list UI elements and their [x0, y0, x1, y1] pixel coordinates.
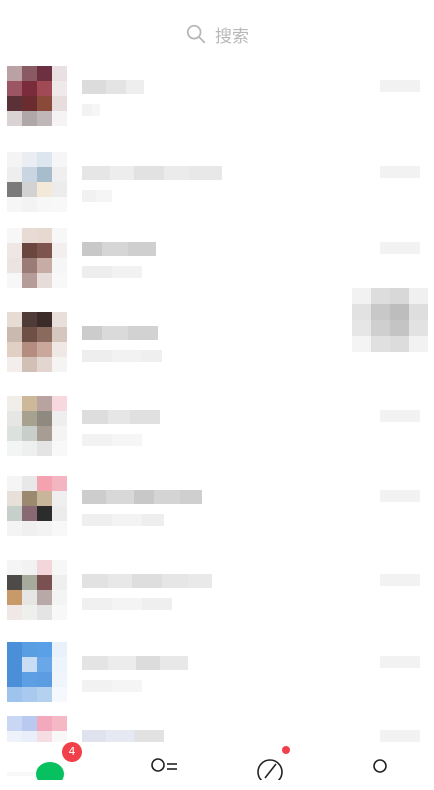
chat-list-item[interactable]	[0, 470, 434, 550]
chat-time-blurred	[380, 166, 420, 178]
chat-list-item[interactable]	[0, 390, 434, 470]
discover-dot	[282, 746, 290, 754]
chat-name-blurred	[82, 326, 158, 340]
chat-preview-blurred	[82, 104, 100, 116]
tab-discover[interactable]	[250, 750, 290, 780]
chat-time-blurred	[380, 574, 420, 586]
contacts-icon	[151, 758, 177, 772]
chat-time-blurred	[380, 242, 420, 254]
chat-name-blurred	[82, 166, 222, 180]
chat-time-blurred	[380, 656, 420, 668]
avatar	[7, 66, 67, 126]
chat-name-blurred	[82, 410, 160, 424]
chat-name-blurred	[82, 574, 212, 588]
chat-time-blurred	[380, 730, 420, 742]
chat-name-blurred	[82, 656, 188, 670]
chat-list-item[interactable]	[0, 636, 434, 716]
avatar	[7, 152, 67, 212]
chat-preview-blurred	[82, 434, 142, 446]
blurred-sticker	[352, 288, 428, 352]
compass-icon	[257, 759, 283, 780]
search-icon	[186, 24, 206, 44]
avatar	[7, 560, 67, 620]
search-bar[interactable]: 搜索	[0, 18, 434, 50]
chat-preview-blurred	[82, 266, 142, 278]
avatar	[7, 476, 67, 536]
search-placeholder: 搜索	[215, 26, 249, 47]
chat-preview-blurred	[82, 680, 142, 692]
chat-preview-blurred	[82, 598, 172, 610]
chat-name-blurred	[82, 242, 156, 256]
chat-time-blurred	[380, 410, 420, 422]
person-icon	[373, 759, 387, 773]
avatar	[7, 396, 67, 456]
chat-time-blurred	[380, 80, 420, 92]
chat-list-item[interactable]	[0, 60, 434, 140]
tab-contacts[interactable]	[144, 750, 184, 780]
chat-preview-blurred	[82, 190, 112, 202]
avatar	[7, 642, 67, 702]
tab-me[interactable]	[360, 750, 400, 780]
chat-time-blurred	[380, 490, 420, 502]
chat-list-item[interactable]	[0, 554, 434, 634]
chat-preview-blurred	[82, 514, 164, 526]
chat-preview-blurred	[82, 350, 162, 362]
chat-list-item[interactable]	[0, 146, 434, 226]
unread-badge: 4	[62, 742, 82, 762]
chat-name-blurred	[82, 490, 202, 504]
chat-name-blurred	[82, 80, 144, 94]
avatar	[7, 312, 67, 372]
avatar	[7, 228, 67, 288]
